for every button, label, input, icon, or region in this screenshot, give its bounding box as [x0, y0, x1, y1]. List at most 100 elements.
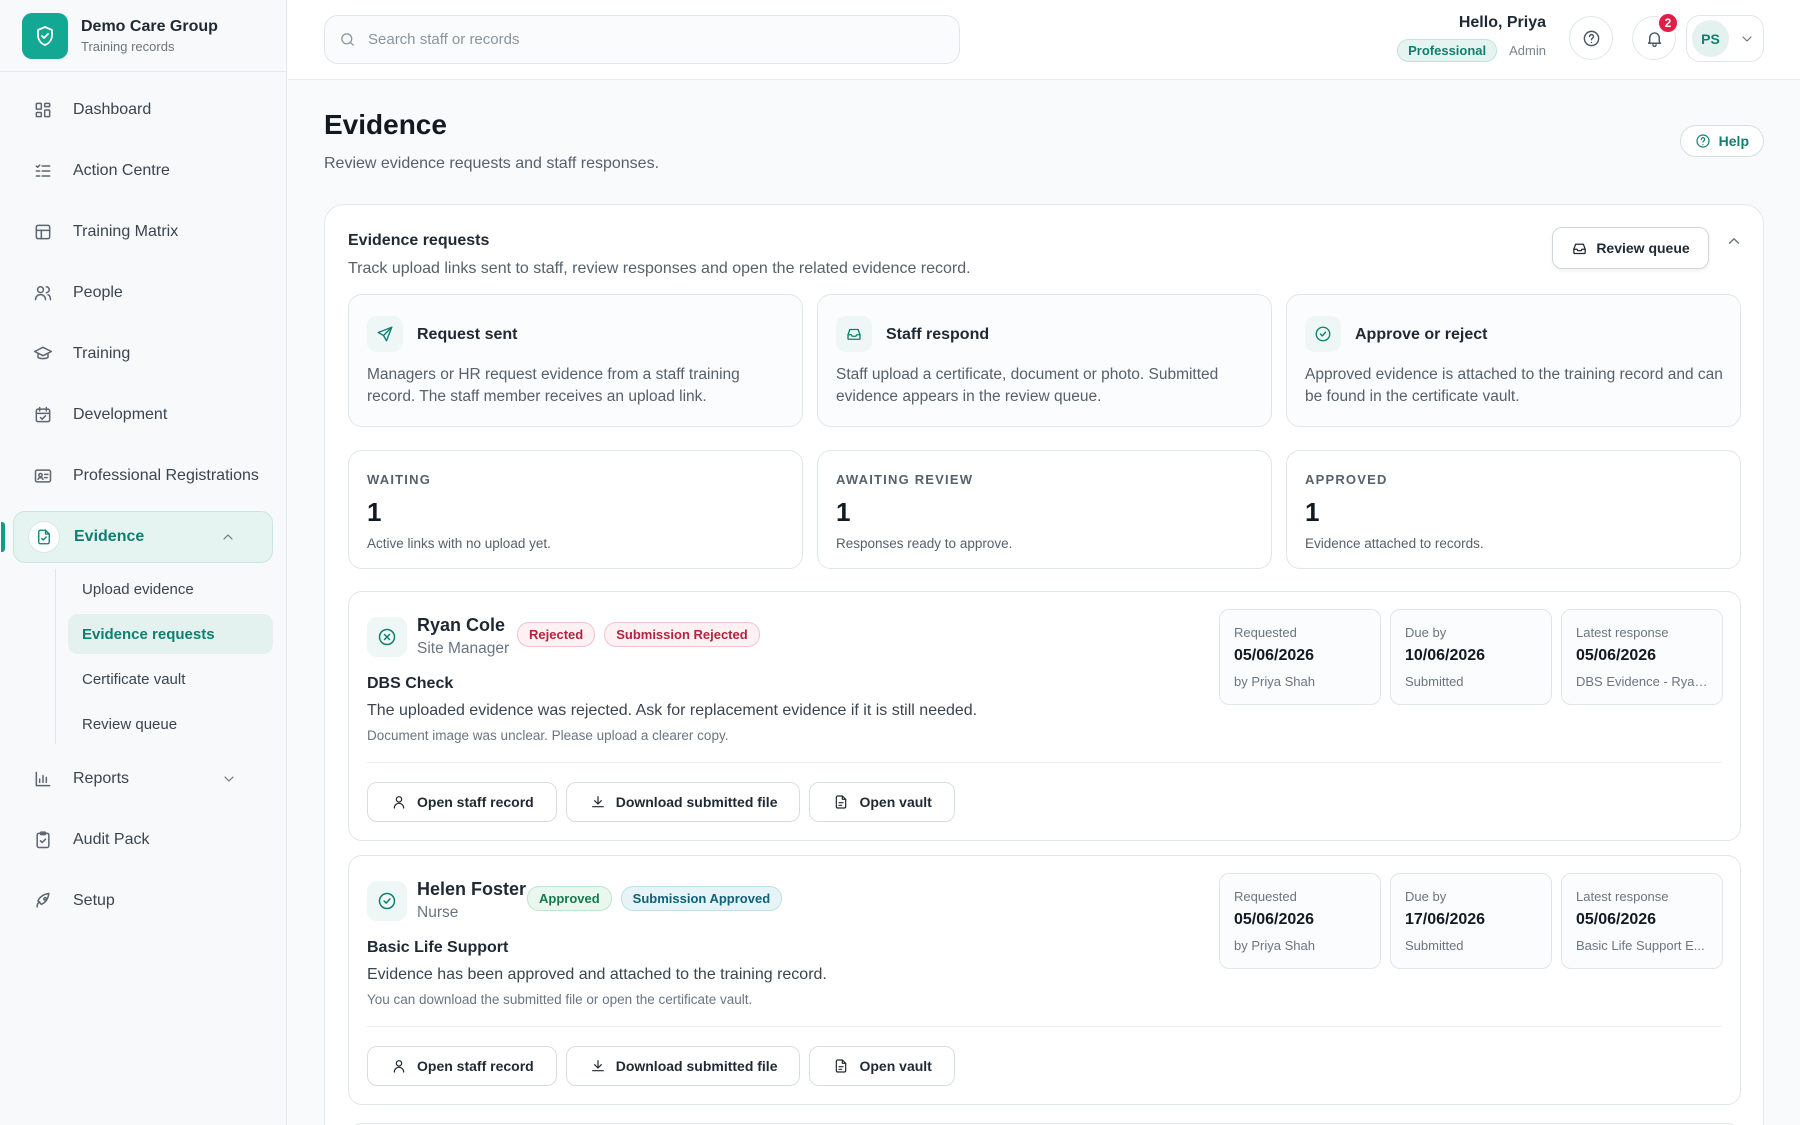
button-label: Download submitted file — [615, 794, 778, 810]
download-submitted-file-button[interactable]: Download submitted file — [565, 782, 801, 822]
evidence-requests-panel: Evidence requests Track upload links sen… — [324, 204, 1764, 1125]
sidebar-item-label: People — [73, 284, 123, 301]
rocket-icon — [33, 891, 73, 911]
collapse-chevron-up-icon[interactable] — [1725, 232, 1743, 250]
graduation-cap-icon — [33, 344, 73, 364]
staff-name: Ryan Cole — [417, 615, 506, 635]
brand-subtitle: Training records — [81, 38, 175, 54]
status-badges: Approved Submission Approved — [527, 886, 791, 911]
submission-badge: Submission Rejected — [604, 622, 760, 647]
subnav-review-queue[interactable]: Review queue — [68, 704, 273, 744]
meta-value: 10/06/2026 — [1405, 647, 1486, 664]
subnav-upload-evidence[interactable]: Upload evidence — [68, 569, 273, 609]
meta-latest-response: Latest response 05/06/2026 DBS Evidence … — [1561, 609, 1723, 705]
sidebar-item-audit-pack[interactable]: Audit Pack — [13, 814, 273, 866]
sidebar-item-reports[interactable]: Reports — [13, 753, 273, 805]
subnav-certificate-vault[interactable]: Certificate vault — [68, 659, 273, 699]
user-menu[interactable]: PS — [1686, 15, 1764, 62]
sidebar-item-label: Dashboard — [73, 101, 152, 118]
search-input[interactable] — [368, 31, 928, 48]
sidebar-item-evidence[interactable]: Evidence — [1, 511, 273, 563]
inbox-icon — [1571, 240, 1596, 257]
search-box[interactable] — [324, 15, 960, 64]
page-subtitle: Review evidence requests and staff respo… — [324, 155, 660, 172]
panel-title: Evidence requests — [348, 232, 490, 249]
meta-sub: Basic Life Support E... — [1576, 938, 1705, 953]
open-vault-button[interactable]: Open vault — [809, 1046, 955, 1086]
meta-sub: Submitted — [1405, 938, 1464, 953]
status-badge: Approved — [527, 886, 612, 911]
bar-chart-icon — [33, 769, 73, 789]
sidebar-item-development[interactable]: Development — [13, 389, 273, 441]
help-button[interactable] — [1569, 16, 1613, 60]
step-card-staff-respond: Staff respond Staff upload a certificate… — [817, 294, 1272, 427]
stat-note: Responses ready to approve. — [836, 536, 1013, 551]
course-name: Basic Life Support — [367, 939, 509, 956]
request-actions: Open staff record Download submitted fil… — [367, 782, 964, 822]
button-label: Open staff record — [417, 794, 534, 810]
sidebar-item-label: Evidence — [74, 528, 145, 545]
inbox-icon — [836, 316, 872, 352]
users-icon — [33, 283, 73, 303]
grid-icon — [33, 100, 73, 120]
request-note: You can download the submitted file or o… — [367, 992, 753, 1007]
subnav-evidence-requests[interactable]: Evidence requests — [68, 614, 273, 654]
meta-value: 17/06/2026 — [1405, 911, 1486, 928]
brand[interactable]: Demo Care Group Training records — [0, 0, 286, 72]
help-label: Help — [1718, 133, 1749, 149]
step-text: Managers or HR request evidence from a s… — [367, 366, 740, 405]
meta-requested: Requested 05/06/2026 by Priya Shah — [1219, 873, 1381, 969]
stat-value: 1 — [1305, 497, 1320, 527]
divider — [367, 762, 1722, 763]
staff-role: Site Manager — [417, 640, 510, 657]
request-message: The uploaded evidence was rejected. Ask … — [367, 702, 978, 719]
open-staff-record-button[interactable]: Open staff record — [367, 782, 557, 822]
sidebar-item-dashboard[interactable]: Dashboard — [13, 84, 273, 136]
page-help-button[interactable]: Help — [1679, 125, 1764, 157]
stat-note: Active links with no upload yet. — [367, 536, 551, 551]
check-circle-icon — [367, 881, 407, 921]
meta-label: Due by — [1405, 625, 1447, 640]
sidebar-item-label: Setup — [73, 892, 115, 909]
notifications-button[interactable]: 2 — [1632, 12, 1679, 60]
panel-subtitle: Track upload links sent to staff, review… — [348, 260, 971, 277]
review-queue-button[interactable]: Review queue — [1552, 227, 1709, 269]
button-label: Open staff record — [417, 1058, 534, 1074]
staff-role: Nurse — [417, 904, 459, 921]
stat-card-waiting: WAITING 1 Active links with no upload ye… — [348, 450, 803, 569]
step-title: Approve or reject — [1355, 326, 1488, 343]
check-circle-icon — [1305, 316, 1341, 352]
question-circle-icon — [1582, 29, 1601, 48]
status-badges: Rejected Submission Rejected — [517, 622, 769, 647]
send-icon — [367, 316, 403, 352]
stat-note: Evidence attached to records. — [1305, 536, 1484, 551]
sidebar-item-training[interactable]: Training — [13, 328, 273, 380]
open-staff-record-button[interactable]: Open staff record — [367, 1046, 557, 1086]
sidebar-item-action-centre[interactable]: Action Centre — [13, 145, 273, 197]
stat-label: AWAITING REVIEW — [836, 472, 974, 487]
step-text: Approved evidence is attached to the tra… — [1305, 366, 1723, 405]
step-title: Staff respond — [886, 326, 990, 343]
sidebar-item-label: Training — [73, 345, 131, 362]
meta-value: 05/06/2026 — [1234, 647, 1315, 664]
sidebar-item-training-matrix[interactable]: Training Matrix — [13, 206, 273, 258]
file-evidence-icon — [28, 521, 60, 553]
open-vault-button[interactable]: Open vault — [809, 782, 955, 822]
sidebar: Demo Care Group Training records Dashboa… — [0, 0, 287, 1125]
sidebar-item-label: Action Centre — [73, 162, 170, 179]
sidebar-item-label: Development — [73, 406, 168, 423]
status-badge: Rejected — [517, 622, 596, 647]
download-submitted-file-button[interactable]: Download submitted file — [565, 1046, 801, 1086]
request-message: Evidence has been approved and attached … — [367, 966, 827, 983]
meta-label: Due by — [1405, 889, 1447, 904]
meta-label: Latest response — [1576, 889, 1669, 904]
chevron-down-icon — [224, 776, 234, 782]
download-icon — [590, 794, 616, 810]
sidebar-item-people[interactable]: People — [13, 267, 273, 319]
file-icon — [833, 794, 859, 810]
sidebar-item-setup[interactable]: Setup — [13, 875, 273, 927]
sidebar-item-professional-registrations[interactable]: Professional Registrations — [13, 450, 273, 502]
download-icon — [590, 1058, 616, 1074]
sidebar-item-label: Audit Pack — [73, 831, 150, 848]
page-title: Evidence — [324, 109, 447, 140]
